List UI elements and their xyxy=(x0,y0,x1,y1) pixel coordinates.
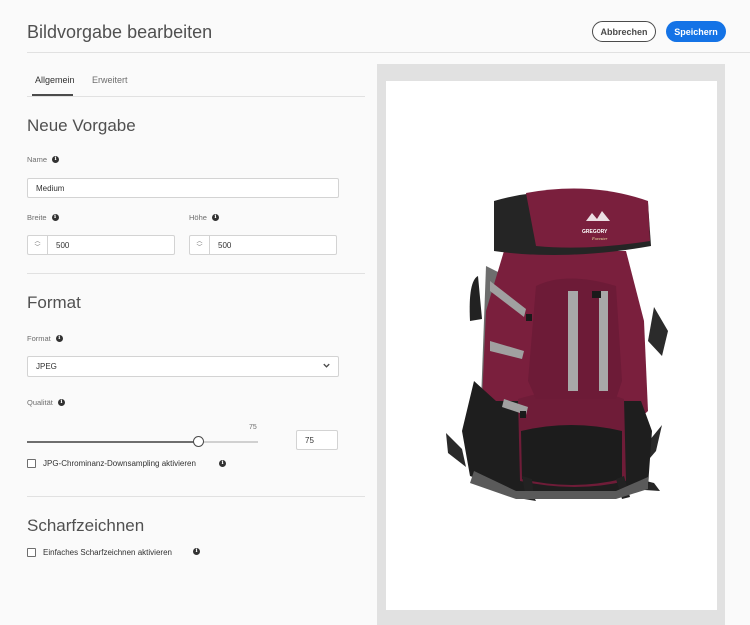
info-icon[interactable]: i xyxy=(193,548,200,555)
cancel-button[interactable]: Abbrechen xyxy=(592,21,656,42)
simple-sharpen-checkbox-row[interactable]: Einfaches Scharfzeichnen aktivieren xyxy=(27,548,172,557)
info-icon[interactable]: i xyxy=(52,156,60,163)
chroma-checkbox-label: JPG-Chrominanz-Downsampling aktivieren xyxy=(43,459,196,468)
height-value[interactable]: 500 xyxy=(210,236,231,254)
simple-sharpen-checkbox[interactable] xyxy=(27,548,36,557)
chroma-checkbox[interactable] xyxy=(27,459,36,468)
quality-slider-fill xyxy=(27,441,198,443)
height-label: Höhe i xyxy=(189,213,219,222)
info-icon[interactable]: i xyxy=(51,214,59,221)
simple-sharpen-checkbox-label: Einfaches Scharfzeichnen aktivieren xyxy=(43,548,172,557)
quality-input[interactable]: 75 xyxy=(296,430,338,450)
quality-label: Qualität i xyxy=(27,398,65,407)
format-select-value: JPEG xyxy=(36,362,57,371)
header-divider xyxy=(27,52,750,53)
preview-canvas: GREGORY Forester xyxy=(386,81,717,610)
width-label-text: Breite xyxy=(27,213,47,222)
section-divider xyxy=(27,273,365,274)
height-label-text: Höhe xyxy=(189,213,207,222)
section-divider xyxy=(27,496,365,497)
tab-bar: Allgemein Erweitert xyxy=(27,65,365,97)
svg-text:GREGORY: GREGORY xyxy=(582,229,608,235)
section-title-sharpen: Scharfzeichnen xyxy=(27,516,145,535)
quality-slider-value: 75 xyxy=(249,424,257,431)
quality-slider[interactable] xyxy=(27,436,258,447)
tab-advanced[interactable]: Erweitert xyxy=(92,75,128,85)
svg-text:Forester: Forester xyxy=(591,236,608,241)
stepper-arrows-icon[interactable]: ︿ ﹀ xyxy=(28,236,48,254)
quality-slider-handle[interactable] xyxy=(192,436,204,447)
section-title-new-preset: Neue Vorgabe xyxy=(27,116,136,135)
page-title: Bildvorgabe bearbeiten xyxy=(27,22,213,42)
chroma-checkbox-row[interactable]: JPG-Chrominanz-Downsampling aktivieren xyxy=(27,459,196,468)
stepper-arrows-icon[interactable]: ︿ ﹀ xyxy=(190,236,210,254)
info-icon[interactable]: i xyxy=(57,399,65,406)
width-value[interactable]: 500 xyxy=(48,236,69,254)
quality-label-text: Qualität xyxy=(27,398,53,407)
width-stepper[interactable]: ︿ ﹀ 500 xyxy=(27,235,175,255)
name-field[interactable]: Medium xyxy=(27,178,339,198)
section-title-format: Format xyxy=(27,293,81,312)
info-icon[interactable]: i xyxy=(219,460,226,467)
height-stepper[interactable]: ︿ ﹀ 500 xyxy=(189,235,337,255)
name-label: Name i xyxy=(27,155,60,164)
backpack-image: GREGORY Forester xyxy=(446,188,668,501)
format-label-text: Format xyxy=(27,334,51,343)
chevron-down-icon[interactable] xyxy=(322,361,331,372)
tab-general[interactable]: Allgemein xyxy=(35,75,75,85)
width-label: Breite i xyxy=(27,213,59,222)
header: Bildvorgabe bearbeiten Abbrechen Speiche… xyxy=(0,0,750,60)
active-tab-indicator xyxy=(32,94,73,96)
info-icon[interactable]: i xyxy=(211,214,219,221)
name-label-text: Name xyxy=(27,155,48,164)
format-label: Format i xyxy=(27,334,63,343)
save-button[interactable]: Speichern xyxy=(666,21,726,42)
info-icon[interactable]: i xyxy=(55,335,63,342)
format-select[interactable]: JPEG xyxy=(27,356,339,377)
